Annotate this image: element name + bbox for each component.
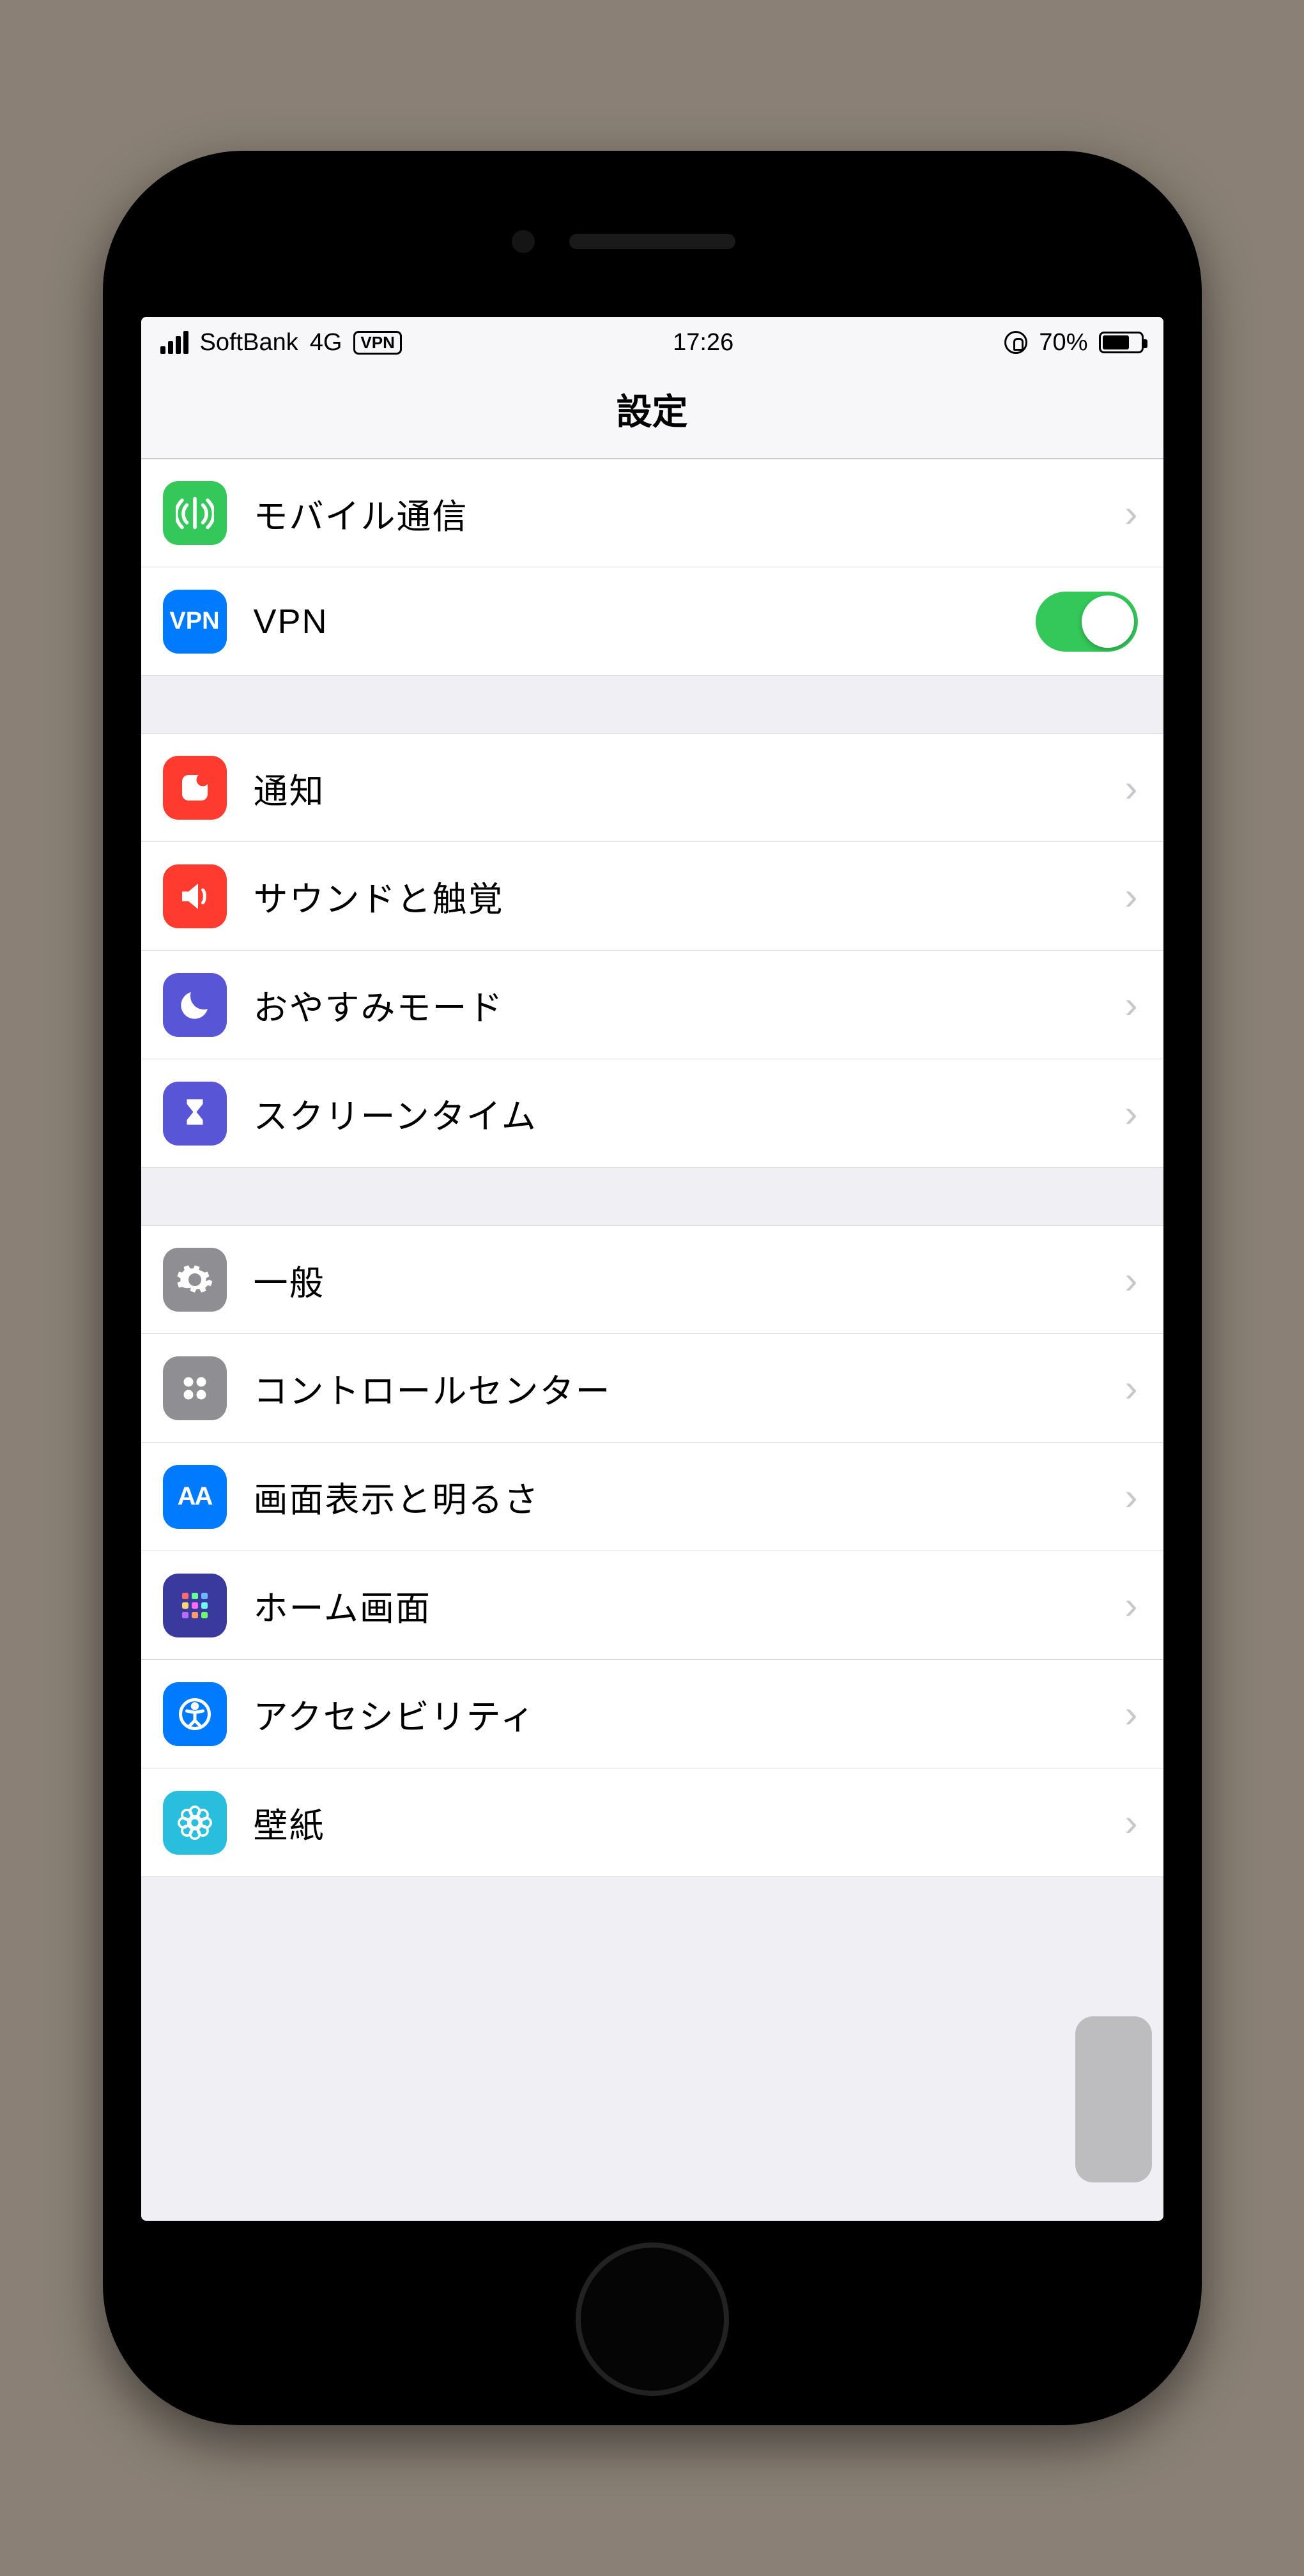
display-icon: AA: [163, 1465, 227, 1529]
status-bar: SoftBank 4G VPN 17:26 70%: [141, 317, 1163, 368]
row-notifications[interactable]: 通知 ›: [141, 733, 1163, 842]
chevron-right-icon: ›: [1125, 491, 1138, 535]
cellular-icon: [163, 481, 227, 545]
row-vpn-label: VPN: [254, 602, 1036, 641]
settings-scroll[interactable]: モバイル通信 › VPN VPN 通知 ›: [141, 459, 1163, 2221]
accessibility-icon: [163, 1682, 227, 1746]
row-screentime-label: スクリーンタイム: [254, 1088, 1125, 1138]
chevron-right-icon: ›: [1125, 1091, 1138, 1135]
wallpaper-icon: [163, 1791, 227, 1855]
row-do-not-disturb[interactable]: おやすみモード ›: [141, 951, 1163, 1059]
home-grid-icon: [163, 1574, 227, 1637]
chevron-right-icon: ›: [1125, 1583, 1138, 1627]
chevron-right-icon: ›: [1125, 1475, 1138, 1519]
chevron-right-icon: ›: [1125, 1692, 1138, 1736]
signal-strength-icon: [160, 331, 188, 354]
row-homescreen-label: ホーム画面: [254, 1580, 1125, 1630]
phone-front-camera: [512, 230, 535, 253]
row-cellular-label: モバイル通信: [254, 488, 1125, 539]
clock-label: 17:26: [673, 329, 733, 356]
gear-icon: [163, 1248, 227, 1312]
row-sounds[interactable]: サウンドと触覚 ›: [141, 842, 1163, 951]
phone-home-button[interactable]: [576, 2242, 729, 2396]
phone-frame: SoftBank 4G VPN 17:26 70% 設定 モバイル通信: [103, 151, 1202, 2425]
notifications-icon: [163, 756, 227, 820]
vpn-icon: VPN: [163, 590, 227, 654]
carrier-label: SoftBank: [200, 329, 298, 356]
row-display-label: 画面表示と明るさ: [254, 1471, 1125, 1522]
row-accessibility[interactable]: アクセシビリティ ›: [141, 1660, 1163, 1768]
row-wallpaper[interactable]: 壁紙 ›: [141, 1768, 1163, 1877]
scroll-indicator[interactable]: [1075, 2016, 1152, 2182]
chevron-right-icon: ›: [1125, 983, 1138, 1027]
row-accessibility-label: アクセシビリティ: [254, 1689, 1125, 1739]
control-center-icon: [163, 1356, 227, 1420]
row-general-label: 一般: [254, 1255, 1125, 1305]
row-dnd-label: おやすみモード: [254, 979, 1125, 1030]
row-notifications-label: 通知: [254, 763, 1125, 813]
moon-icon: [163, 973, 227, 1037]
settings-group-system: 一般 › コントロールセンター › AA 画面表示と明るさ ›: [141, 1225, 1163, 1877]
row-vpn[interactable]: VPN VPN: [141, 567, 1163, 676]
chevron-right-icon: ›: [1125, 874, 1138, 918]
row-home-screen[interactable]: ホーム画面 ›: [141, 1551, 1163, 1660]
sounds-icon: [163, 864, 227, 928]
hourglass-icon: [163, 1082, 227, 1146]
row-general[interactable]: 一般 ›: [141, 1225, 1163, 1334]
row-cellular[interactable]: モバイル通信 ›: [141, 459, 1163, 567]
network-type-label: 4G: [310, 329, 342, 356]
battery-icon: [1099, 332, 1144, 353]
chevron-right-icon: ›: [1125, 1366, 1138, 1410]
settings-group-alerts: 通知 › サウンドと触覚 › おやすみモード ›: [141, 733, 1163, 1168]
vpn-status-badge: VPN: [353, 331, 401, 355]
chevron-right-icon: ›: [1125, 1800, 1138, 1844]
row-control-center[interactable]: コントロールセンター ›: [141, 1334, 1163, 1443]
row-display[interactable]: AA 画面表示と明るさ ›: [141, 1443, 1163, 1551]
screen: SoftBank 4G VPN 17:26 70% 設定 モバイル通信: [141, 317, 1163, 2221]
vpn-toggle[interactable]: [1036, 592, 1138, 652]
chevron-right-icon: ›: [1125, 1258, 1138, 1302]
chevron-right-icon: ›: [1125, 766, 1138, 810]
row-wallpaper-label: 壁紙: [254, 1797, 1125, 1848]
rotation-lock-icon: [1004, 331, 1027, 354]
row-sounds-label: サウンドと触覚: [254, 871, 1125, 921]
settings-group-connectivity: モバイル通信 › VPN VPN: [141, 459, 1163, 676]
row-controlcenter-label: コントロールセンター: [254, 1363, 1125, 1413]
row-screen-time[interactable]: スクリーンタイム ›: [141, 1059, 1163, 1168]
page-title: 設定: [141, 368, 1163, 459]
battery-percent-label: 70%: [1039, 329, 1087, 356]
phone-speaker: [569, 234, 735, 249]
